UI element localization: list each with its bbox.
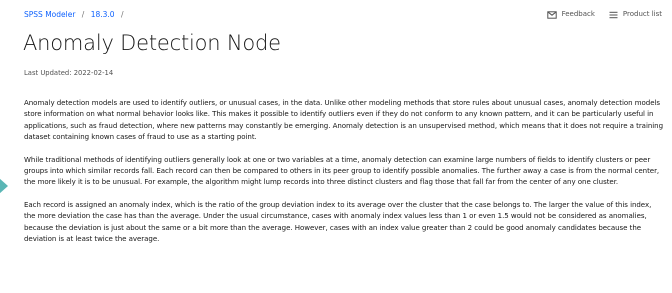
breadcrumb-separator: / [81,10,85,19]
breadcrumb-item-spss-modeler[interactable]: SPSS Modeler [24,10,75,19]
breadcrumb-item-version[interactable]: 18.3.0 [91,10,115,19]
breadcrumb-separator: / [120,10,124,19]
breadcrumb: SPSS Modeler / 18.3.0 / [24,10,128,19]
paragraph-1: Anomaly detection models are used to ide… [24,98,664,142]
top-actions: Feedback Product list [546,10,662,19]
left-marker-indicator [0,170,8,202]
product-list-label: Product list [622,10,662,18]
main-content: Anomaly detection models are used to ide… [24,97,664,244]
paragraph-3: Each record is assigned an anomaly index… [24,199,652,244]
menu-icon [609,11,618,19]
page-title: Anomaly Detection Node [23,31,281,55]
product-list-button[interactable]: Product list [609,10,662,19]
mail-icon [546,10,557,19]
top-bar: SPSS Modeler / 18.3.0 / Feedback Product… [0,0,672,24]
paragraph-2: While traditional methods of identifying… [24,154,660,187]
feedback-button[interactable]: Feedback [546,10,595,19]
last-updated: Last Updated: 2022-02-14 [24,69,114,77]
feedback-label: Feedback [561,10,595,18]
